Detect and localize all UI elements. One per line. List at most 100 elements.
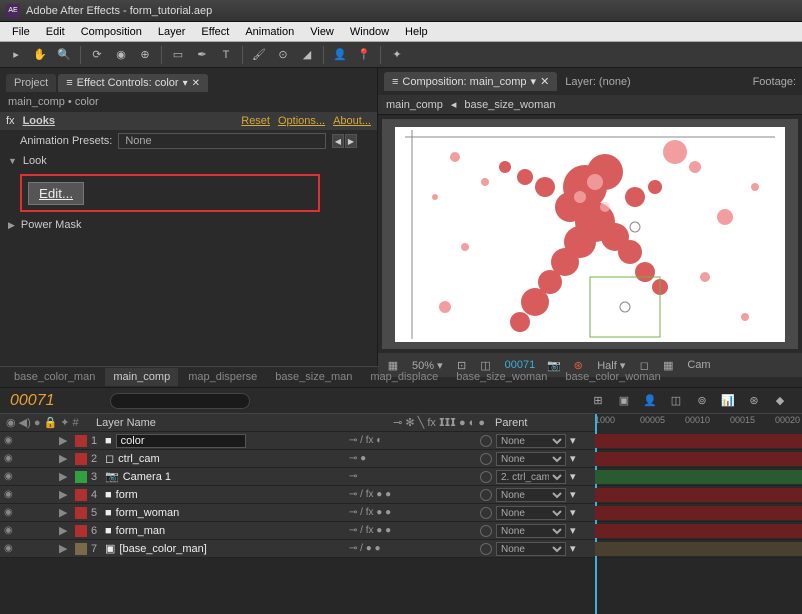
layer-row[interactable]: ◉ ▶ 1 ■ ⊸ / fx ◐ None▾ xyxy=(0,432,802,450)
timeline-tab[interactable]: base_size_woman xyxy=(448,368,555,386)
visibility-icon[interactable]: ◉ xyxy=(4,471,16,482)
graph-editor-icon[interactable]: 📊 xyxy=(718,391,738,411)
visibility-icon[interactable]: ◉ xyxy=(4,489,16,500)
label-color[interactable] xyxy=(75,453,87,465)
options-link[interactable]: Options... xyxy=(278,115,325,127)
layer-bar[interactable] xyxy=(595,506,802,520)
timeline-tab[interactable]: map_disperse xyxy=(180,368,265,386)
composition-tab[interactable]: ≡ Composition: main_comp ▾ ✕ xyxy=(384,72,557,91)
camera-select[interactable]: Cam xyxy=(683,358,714,372)
text-tool[interactable]: T xyxy=(216,45,236,65)
visibility-icon[interactable]: ◉ xyxy=(4,525,16,536)
dropdown-icon[interactable]: ▾ xyxy=(570,542,576,555)
expand-icon[interactable]: ▶ xyxy=(59,470,67,483)
project-tab[interactable]: Project xyxy=(6,74,56,92)
menu-edit[interactable]: Edit xyxy=(38,24,73,40)
dropdown-icon[interactable]: ▾ xyxy=(570,452,576,465)
menu-file[interactable]: File xyxy=(4,24,38,40)
layer-bar[interactable] xyxy=(595,524,802,538)
expand-icon[interactable]: ▶ xyxy=(59,506,67,519)
layer-bar[interactable] xyxy=(595,488,802,502)
visibility-icon[interactable]: ◉ xyxy=(4,435,16,446)
visibility-icon[interactable]: ◉ xyxy=(4,453,16,464)
menu-window[interactable]: Window xyxy=(342,24,397,40)
puppet-tool[interactable]: 📍 xyxy=(354,45,374,65)
parent-select[interactable]: None xyxy=(496,488,566,502)
layer-row[interactable]: ◉ ▶ 5 ■form_woman ⊸ / fx ● ● None▾ xyxy=(0,504,802,522)
pen-tool[interactable]: ✒ xyxy=(192,45,212,65)
comp-mini-flow-icon[interactable]: ⊞ xyxy=(588,391,608,411)
layer-bar[interactable] xyxy=(595,542,802,556)
timeline-tab[interactable]: base_color_man xyxy=(6,368,103,386)
visibility-icon[interactable]: ◉ xyxy=(4,543,16,554)
pickwhip-icon[interactable] xyxy=(480,525,492,537)
frame-blend-icon[interactable]: ◫ xyxy=(666,391,686,411)
dropdown-icon[interactable]: ▾ xyxy=(570,524,576,537)
layer-row[interactable]: ◉ ▶ 7 ▣[base_color_man] ⊸ / ● ● None▾ xyxy=(0,540,802,558)
label-color[interactable] xyxy=(75,525,87,537)
menu-animation[interactable]: Animation xyxy=(237,24,302,40)
layer-row[interactable]: ◉ ▶ 2 ◻ctrl_cam ⊸ ● None▾ xyxy=(0,450,802,468)
power-mask-section[interactable]: Power Mask xyxy=(21,219,82,231)
pan-behind-tool[interactable]: ⊕ xyxy=(135,45,155,65)
timeline-tab[interactable]: base_size_man xyxy=(267,368,360,386)
label-color[interactable] xyxy=(75,507,87,519)
time-ruler[interactable]: 100000005000100001500020 xyxy=(595,414,802,432)
footage-tab[interactable]: Footage: xyxy=(753,72,796,91)
expand-icon[interactable]: ▶ xyxy=(59,524,67,537)
layer-switches[interactable]: ⊸ / fx ◐ xyxy=(345,435,480,446)
viewer[interactable] xyxy=(382,119,798,349)
layer-row[interactable]: ◉ ▶ 3 📷Camera 1 ⊸ 2. ctrl_cam▾ xyxy=(0,468,802,486)
close-tab-icon[interactable]: ✕ xyxy=(192,78,200,89)
layer-switches[interactable]: ⊸ / fx ● ● xyxy=(345,489,480,500)
layer-bar[interactable] xyxy=(595,452,802,466)
zoom-tool[interactable]: 🔍 xyxy=(54,45,74,65)
selection-tool[interactable]: ▸ xyxy=(6,45,26,65)
layer-row[interactable]: ◉ ▶ 4 ■form ⊸ / fx ● ● None▾ xyxy=(0,486,802,504)
timeline-tab[interactable]: main_comp xyxy=(105,368,178,386)
reset-link[interactable]: Reset xyxy=(241,115,270,127)
shy-icon[interactable]: 👤 xyxy=(640,391,660,411)
draft-3d-icon[interactable]: ▣ xyxy=(614,391,634,411)
search-input[interactable] xyxy=(110,393,250,409)
dropdown-icon[interactable]: ▾ xyxy=(570,434,576,447)
expand-icon[interactable]: ▶ xyxy=(59,488,67,501)
twirl-icon[interactable]: ▼ xyxy=(8,156,17,166)
dropdown-icon[interactable]: ▾ xyxy=(531,75,537,88)
timeline-tab[interactable]: map_displace xyxy=(362,368,446,386)
roto-tool[interactable]: 👤 xyxy=(330,45,350,65)
pickwhip-icon[interactable] xyxy=(480,543,492,555)
motion-blur-icon[interactable]: ⊚ xyxy=(692,391,712,411)
menu-view[interactable]: View xyxy=(302,24,342,40)
effect-name[interactable]: Looks xyxy=(23,115,55,127)
dropdown-icon[interactable]: ▾ xyxy=(570,506,576,519)
twirl-icon[interactable]: ▶ xyxy=(8,220,15,231)
pickwhip-icon[interactable] xyxy=(480,489,492,501)
fx-toggle-icon[interactable]: fx xyxy=(6,115,15,127)
expand-icon[interactable]: ▶ xyxy=(59,452,67,465)
auto-keyframe-icon[interactable]: ◆ xyxy=(770,391,790,411)
parent-select[interactable]: None xyxy=(496,452,566,466)
current-time[interactable]: 00071 xyxy=(0,392,110,410)
rotation-tool[interactable]: ⟳ xyxy=(87,45,107,65)
preset-prev-button[interactable]: ◀ xyxy=(332,134,344,148)
label-color[interactable] xyxy=(75,471,87,483)
clone-tool[interactable]: ⊙ xyxy=(273,45,293,65)
layer-bar[interactable] xyxy=(595,434,802,448)
brush-tool[interactable]: 🖌 xyxy=(249,45,269,65)
dropdown-icon[interactable]: ▾ xyxy=(570,488,576,501)
hand-tool[interactable]: ✋ xyxy=(30,45,50,65)
menu-help[interactable]: Help xyxy=(397,24,436,40)
parent-select[interactable]: 2. ctrl_cam xyxy=(496,470,566,484)
brainstorm-icon[interactable]: ⊛ xyxy=(744,391,764,411)
menu-effect[interactable]: Effect xyxy=(193,24,237,40)
rect-tool[interactable]: ▭ xyxy=(168,45,188,65)
pickwhip-icon[interactable] xyxy=(480,453,492,465)
menu-layer[interactable]: Layer xyxy=(150,24,194,40)
look-section[interactable]: Look xyxy=(23,155,47,167)
layer-switches[interactable]: ⊸ xyxy=(345,471,480,482)
layer-switches[interactable]: ⊸ / fx ● ● xyxy=(345,507,480,518)
camera-tool[interactable]: ◉ xyxy=(111,45,131,65)
panel-menu-icon[interactable]: ≡ xyxy=(66,77,72,89)
layer-row[interactable]: ◉ ▶ 6 ■form_man ⊸ / fx ● ● None▾ xyxy=(0,522,802,540)
